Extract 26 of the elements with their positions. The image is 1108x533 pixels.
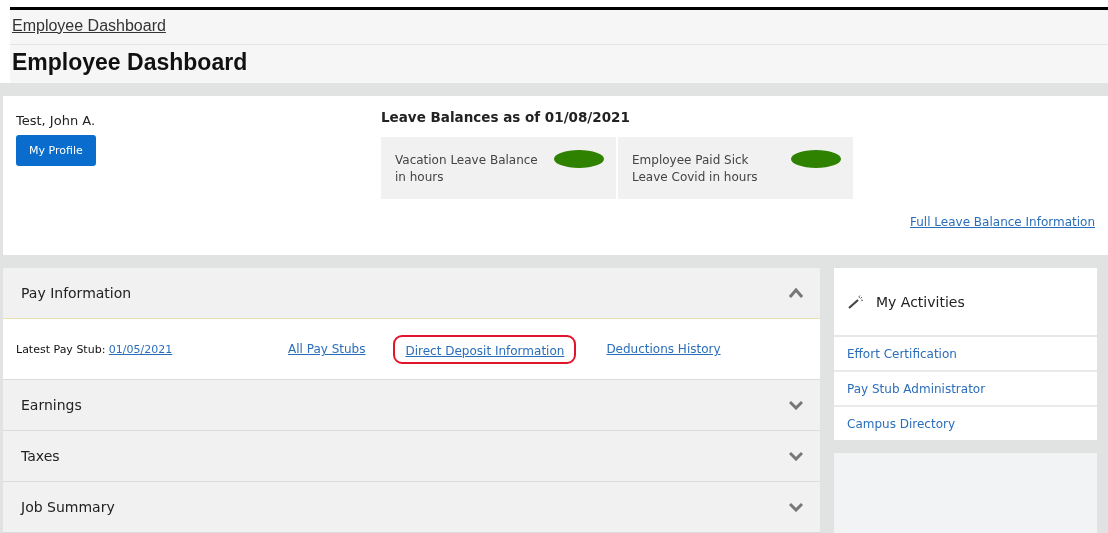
employee-name: Test, John A. — [16, 113, 97, 128]
accordion-header[interactable]: Taxes — [3, 431, 820, 481]
activity-link[interactable]: Campus Directory — [847, 416, 956, 431]
pay-link[interactable]: Deductions History — [606, 342, 721, 356]
magic-wand-icon — [848, 294, 864, 309]
accordion-header[interactable]: Pay Information — [3, 268, 820, 318]
latest-pay-stub-label: Latest Pay Stub: 01/05/2021 — [16, 342, 174, 356]
activity-link[interactable]: Pay Stub Administrator — [847, 381, 986, 396]
full-leave-balance-link[interactable]: Full Leave Balance Information — [910, 215, 1095, 229]
activities-title: My Activities — [876, 293, 965, 310]
leave-balances-title: Leave Balances as of 01/08/2021 — [381, 109, 631, 125]
accordion-header[interactable]: Job Summary — [3, 482, 820, 532]
chevron-down-icon — [789, 451, 803, 461]
leave-balance-label: Employee Paid Sick Leave Covid in hours — [632, 152, 759, 186]
pay-link[interactable]: Direct Deposit Information — [405, 343, 565, 358]
page-title: Employee Dashboard — [12, 49, 248, 75]
activity-link[interactable]: Effort Certification — [847, 346, 957, 361]
pay-link[interactable]: All Pay Stubs — [288, 342, 366, 356]
breadcrumb-link[interactable]: Employee Dashboard — [12, 17, 166, 34]
chevron-up-icon — [789, 288, 803, 298]
leave-balance-label: Vacation Leave Balance in hours — [395, 152, 539, 186]
accordion-header[interactable]: Earnings — [3, 380, 820, 430]
my-profile-button[interactable]: My Profile — [16, 135, 96, 166]
pay-stub-date-link[interactable]: 01/05/2021 — [108, 342, 173, 356]
chevron-down-icon — [789, 502, 803, 512]
chevron-down-icon — [789, 400, 803, 410]
